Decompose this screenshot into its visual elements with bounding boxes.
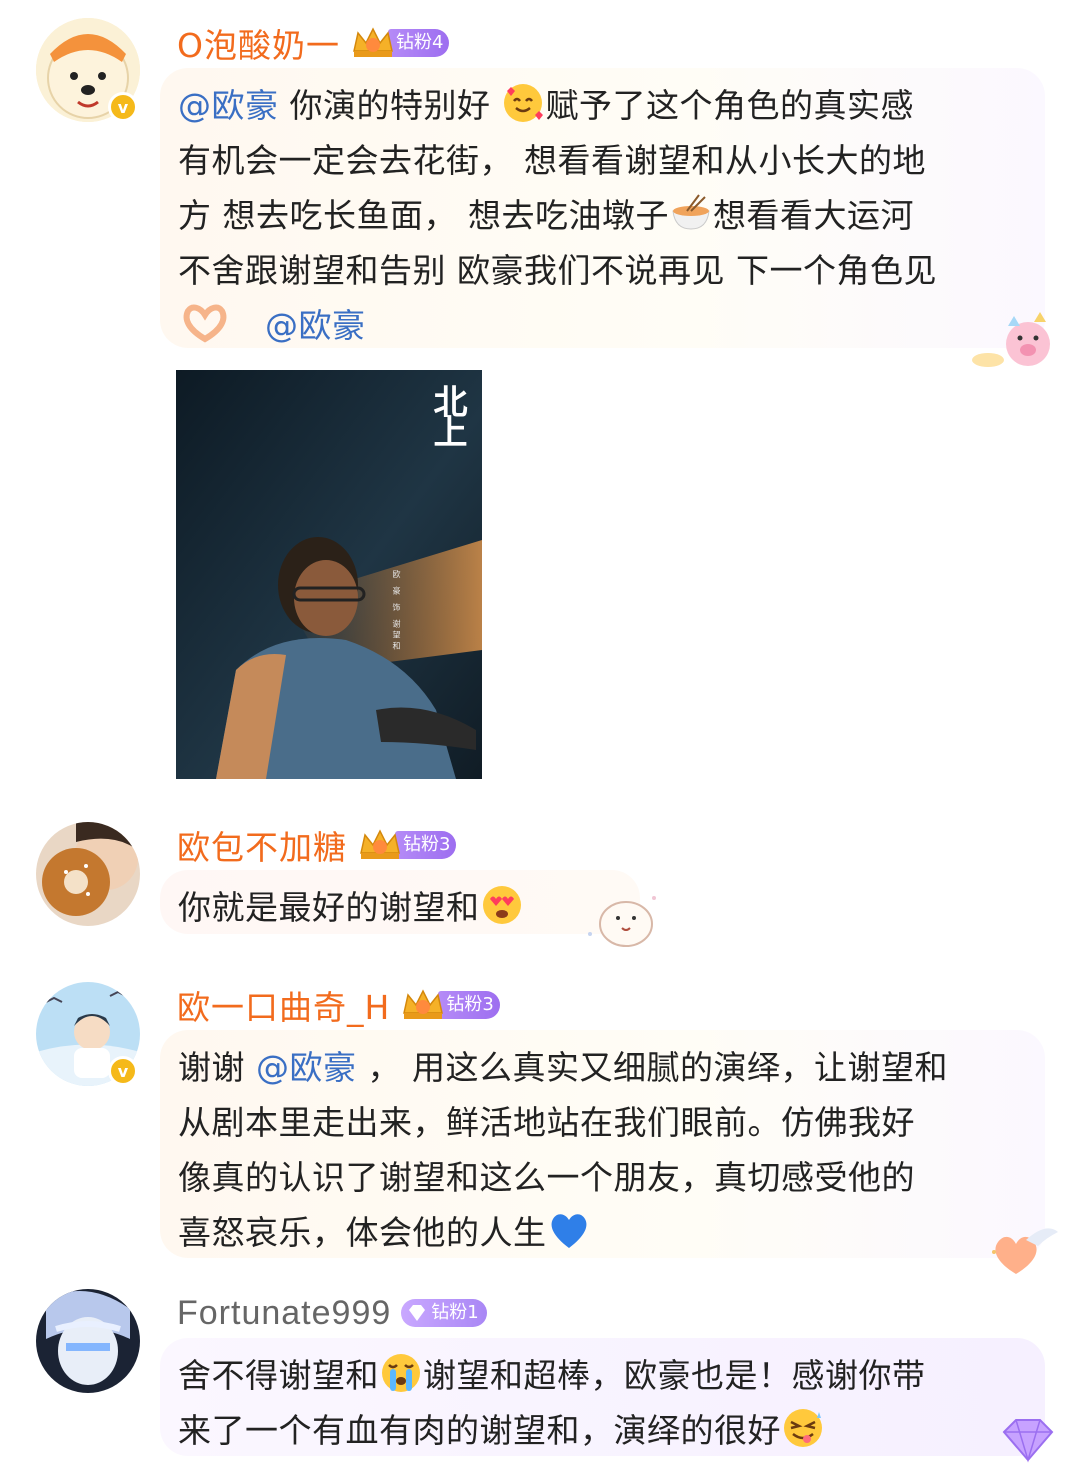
verified-badge-icon: v [108, 1056, 138, 1086]
comment-text: 你就是最好的谢望和 [178, 880, 622, 935]
avatar[interactable] [36, 822, 140, 926]
avatar[interactable] [36, 1289, 140, 1393]
crown-icon [357, 827, 403, 863]
bagel-avatar-icon [36, 822, 140, 926]
diamond-icon [409, 1305, 426, 1321]
fan-badge[interactable]: 钻粉3 [400, 987, 500, 1023]
smiling-hearts-emoji-icon [501, 81, 545, 125]
username[interactable]: Fortunate999 [177, 1294, 391, 1333]
mention-link[interactable]: @欧豪 [178, 86, 279, 125]
comment-bubble: 你就是最好的谢望和 [160, 870, 640, 934]
comment-bubble: @欧豪 你演的特别好 赋予了这个角色的真实感 有机会一定会去花街， 想看看谢望和… [160, 68, 1045, 348]
poster-title: 北上 [427, 384, 467, 444]
heart-hands-emoji-icon [178, 301, 232, 345]
comment-text: 谢谢 @欧豪 ， 用这么真实又细腻的演绎，让谢望和 从剧本里走出来，鲜活地站在我… [178, 1048, 948, 1252]
blue-heart-emoji-icon [547, 1208, 591, 1252]
heart-dove-sticker-icon [986, 1222, 1062, 1284]
fan-level-label: 钻粉1 [401, 1299, 487, 1327]
fan-badge[interactable]: 钻粉4 [350, 25, 450, 61]
crown-icon [350, 25, 396, 61]
post-image[interactable]: 北上 欧 豪 饰 谢望和 [176, 370, 482, 779]
tongue-wink-emoji-icon [781, 1406, 825, 1450]
comment-text: @欧豪 你演的特别好 赋予了这个角色的真实感 有机会一定会去花街， 想看看谢望和… [178, 78, 1027, 353]
fan-level-label: 钻粉3 [395, 831, 457, 859]
username[interactable]: 欧一口曲奇_H [177, 981, 390, 1029]
username[interactable]: 欧包不加糖 [177, 821, 347, 869]
name-row: 欧一口曲奇_H 钻粉3 [177, 980, 500, 1030]
crying-face-emoji-icon [379, 1351, 423, 1395]
heart-eyes-emoji-icon [480, 883, 524, 927]
pig-sticker-icon [968, 308, 1064, 376]
anime-avatar-icon [36, 1289, 140, 1393]
username[interactable]: O泡酸奶一 [177, 19, 340, 67]
fan-badge[interactable]: 钻粉1 [401, 1297, 487, 1329]
verified-badge-icon: v [108, 92, 138, 122]
fan-level-label: 钻粉3 [438, 991, 500, 1019]
name-row: O泡酸奶一 钻粉4 [177, 18, 450, 68]
mention-link[interactable]: @欧豪 [265, 306, 366, 345]
comment-text: 舍不得谢望和 谢望和超棒，欧豪也是！感谢你带 来了一个有血有肉的谢望和，演绎的很好 [178, 1348, 1027, 1458]
purple-gem-sticker-icon [996, 1414, 1060, 1468]
name-row: 欧包不加糖 钻粉3 [177, 820, 457, 870]
fan-badge[interactable]: 钻粉3 [357, 827, 457, 863]
name-row: Fortunate999 钻粉1 [177, 1288, 487, 1338]
comment-bubble: 谢谢 @欧豪 ， 用这么真实又细腻的演绎，让谢望和 从剧本里走出来，鲜活地站在我… [160, 1030, 1045, 1258]
noodle-bowl-emoji-icon [669, 191, 713, 235]
comment-bubble: 舍不得谢望和 谢望和超棒，欧豪也是！感谢你带 来了一个有血有肉的谢望和，演绎的很好 [160, 1338, 1045, 1456]
fan-level-label: 钻粉4 [387, 29, 450, 57]
poster-credit: 欧 豪 饰 谢望和 [392, 570, 401, 653]
crown-icon [400, 987, 446, 1023]
mention-link[interactable]: @欧豪 [256, 1048, 357, 1087]
bun-sticker-icon [580, 888, 664, 954]
